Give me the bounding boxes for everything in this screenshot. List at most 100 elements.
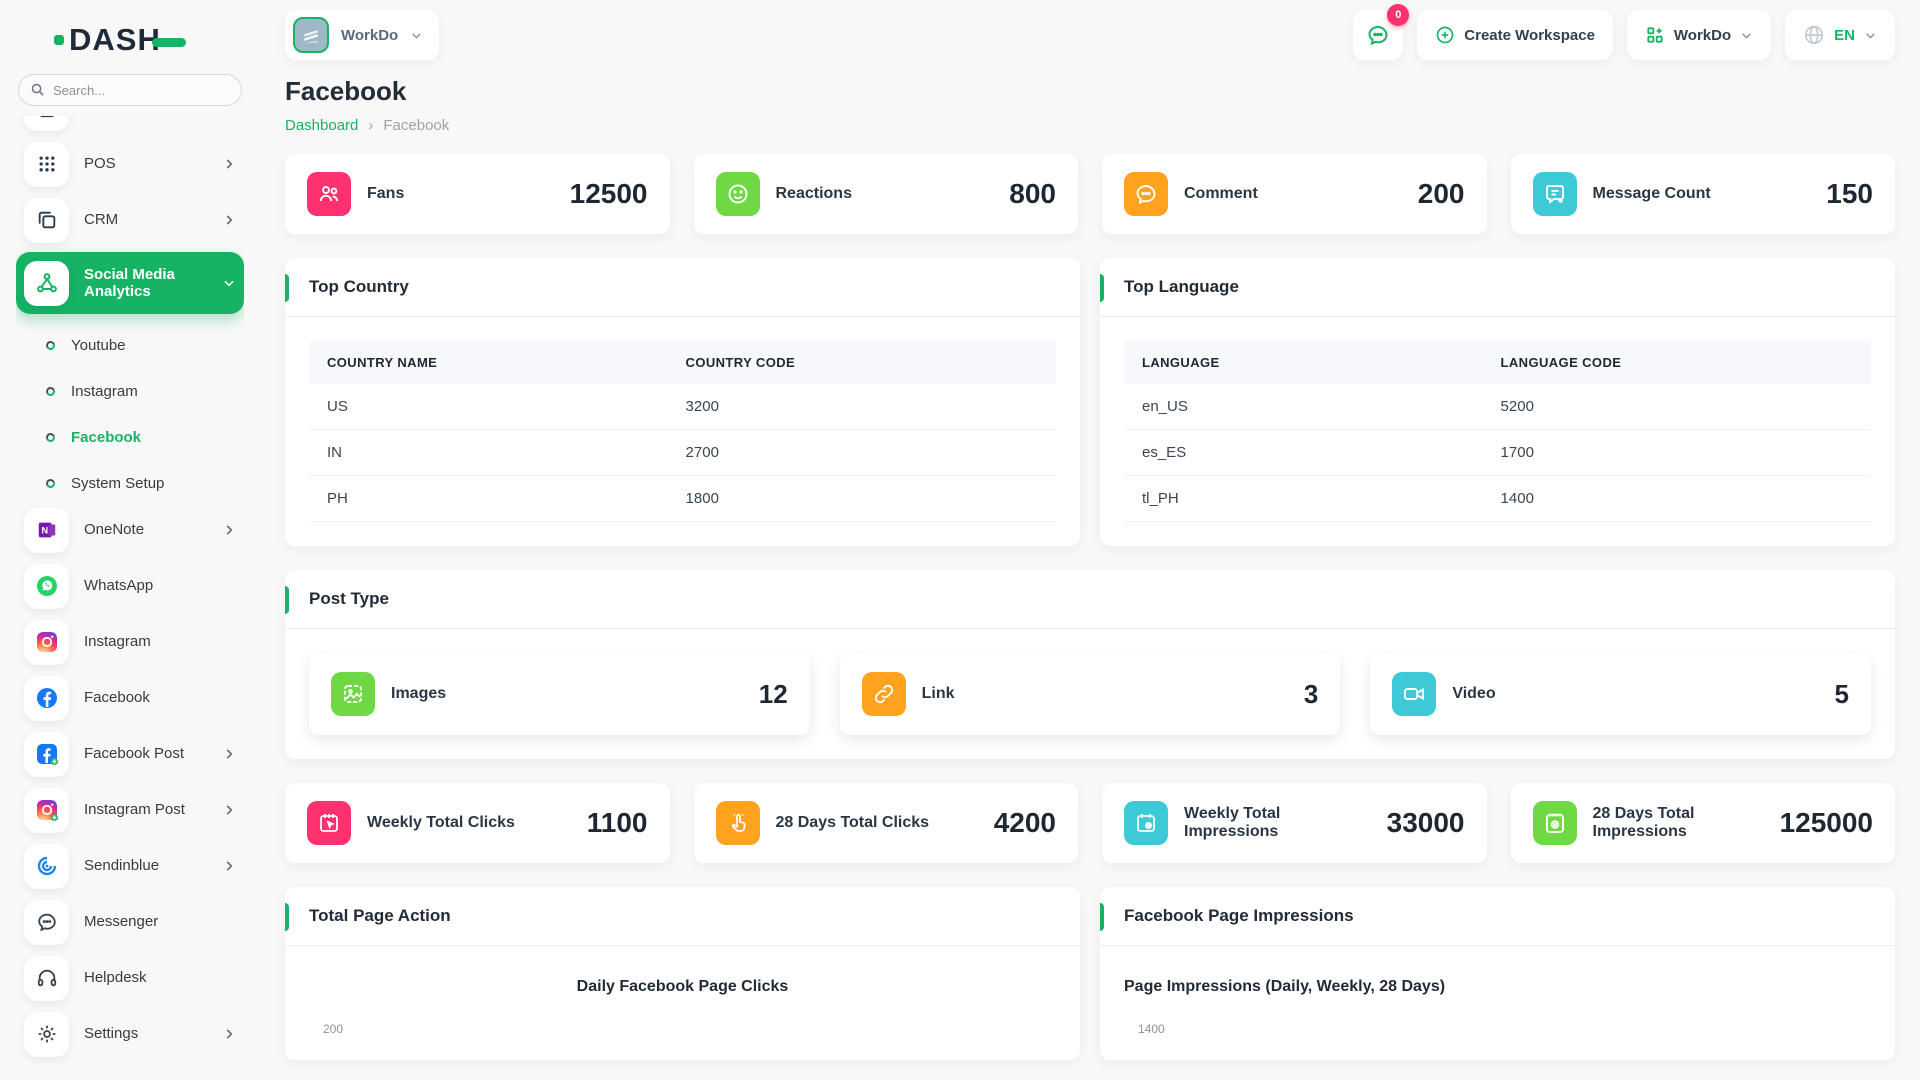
search-icon [30,82,45,97]
stat-value: 200 [1418,178,1465,210]
sidebar-item-instagram[interactable]: Instagram [16,618,244,666]
chevron-down-icon [222,276,236,290]
logo-dash-icon [152,38,186,47]
stat-label: Video [1452,685,1495,703]
table-row: en_US5200 [1124,384,1871,430]
sidebar-subitem-system-setup[interactable]: System Setup [16,460,244,506]
logo-text: DASH [69,22,161,58]
grid-plus-icon [1645,25,1665,45]
stat-value: 800 [1009,178,1056,210]
table-row: IN2700 [309,430,1056,476]
card-title: Top Language [1124,277,1239,296]
sidebar-item-sendinblue[interactable]: Sendinblue [16,842,244,890]
stat-label: 28 Days Total Clicks [776,814,930,832]
page-title: Facebook [285,76,1895,107]
sidebar-item-label: Facebook Post [84,745,184,762]
language-selector[interactable]: EN [1785,10,1895,60]
calendar-click-icon [307,801,351,845]
stat-label: Message Count [1593,185,1711,203]
top-country-table: Country Name Country Code US3200 IN2700 … [309,341,1056,522]
sidebar-subitem-facebook[interactable]: Facebook [16,414,244,460]
stat-label: 28 Days Total Impressions [1593,805,1764,841]
language-label: EN [1834,27,1855,44]
breadcrumb: Dashboard › Facebook [285,117,1895,134]
create-workspace-button[interactable]: Create Workspace [1417,10,1613,60]
instagram-icon [24,620,69,665]
sidebar-item-settings[interactable]: Settings [16,1010,244,1058]
sidebar-item-social-media-analytics[interactable]: Social Media Analytics [16,252,244,314]
sidebar-item-crm[interactable]: CRM [16,196,244,244]
bullet-icon [45,339,57,351]
whatsapp-icon [24,564,69,609]
sidebar-subitem-instagram[interactable]: Instagram [16,368,244,414]
post-type-card: Post Type Images 12 Link 3 [285,570,1895,759]
card-header: Top Country [285,258,1080,317]
sidebar: DASH Accounting POS CRM [0,0,260,1080]
app-logo[interactable]: DASH [54,20,244,60]
video-icon [1392,672,1436,716]
stat-label: Comment [1184,185,1258,203]
sidebar-item-label: Facebook [84,689,150,706]
sidebar-item-instagram-post[interactable]: Instagram Post [16,786,244,834]
total-page-action-card: Total Page Action Daily Facebook Page Cl… [285,887,1080,1060]
breadcrumb-dashboard-link[interactable]: Dashboard [285,117,358,134]
sidebar-item-label: Helpdesk [84,969,147,986]
sidebar-item-label: POS [84,155,116,172]
post-type-grid: Images 12 Link 3 Video 5 [309,653,1871,735]
breadcrumb-current: Facebook [383,117,449,134]
column-header: Country Code [668,341,1056,384]
stat-label: Images [391,685,446,703]
images-card: Images 12 [309,653,810,735]
sidebar-subitem-youtube[interactable]: Youtube [16,322,244,368]
top-header: WorkDo 0 Create Workspace WorkDo EN [260,0,1920,70]
stat-value: 12 [759,679,788,710]
sidebar-item-messenger[interactable]: Messenger [16,898,244,946]
stat-label: Weekly Total Impressions [1184,805,1371,841]
sidebar-item-label: CRM [84,211,118,228]
workdo-menu-label: WorkDo [1674,27,1731,44]
users-icon [307,172,351,216]
chevron-right-icon [222,157,236,171]
sidebar-item-label: Sendinblue [84,857,159,874]
table-row: es_ES1700 [1124,430,1871,476]
stat-value: 5 [1835,679,1849,710]
header-actions: 0 Create Workspace WorkDo EN [1353,10,1895,60]
chart-title: Page Impressions (Daily, Weekly, 28 Days… [1124,978,1871,996]
notification-badge: 0 [1387,4,1409,26]
card-title: Facebook Page Impressions [1124,906,1354,925]
sidebar-item-pos[interactable]: POS [16,140,244,188]
search-input[interactable] [18,74,242,106]
workspace-selector[interactable]: WorkDo [285,10,439,60]
sidebar-item-onenote[interactable]: N OneNote [16,506,244,554]
svg-text:N: N [41,526,48,536]
stat-label: Fans [367,185,404,203]
comment-card: Comment 200 [1102,154,1487,234]
stat-label: Reactions [776,185,852,203]
sidebar-item-facebook-post[interactable]: Facebook Post [16,730,244,778]
image-icon [331,672,375,716]
workdo-menu-button[interactable]: WorkDo [1627,10,1771,60]
card-header: Facebook Page Impressions [1100,887,1895,946]
bullet-icon [45,477,57,489]
card-title: Total Page Action [309,906,451,925]
reactions-card: Reactions 800 [694,154,1079,234]
tables-row: Top Country Country Name Country Code US… [285,258,1895,546]
sidebar-item-helpdesk[interactable]: Helpdesk [16,954,244,1002]
sidebar-menu: Accounting POS CRM Social Media Analytic… [16,116,244,1080]
comment-icon [1124,172,1168,216]
grid-dots-icon [24,142,69,187]
chat-bubble-icon [1366,23,1390,47]
weekly-total-clicks-card: Weekly Total Clicks 1100 [285,783,670,863]
sidebar-item-whatsapp[interactable]: WhatsApp [16,562,244,610]
chart-title: Daily Facebook Page Clicks [309,978,1056,996]
smiley-icon [716,172,760,216]
video-card: Video 5 [1370,653,1871,735]
chevron-down-icon [410,29,423,42]
column-header: Language [1124,341,1483,384]
y-axis-tick: 200 [309,1022,1056,1036]
stat-value: 125000 [1780,807,1873,839]
sidebar-item-facebook[interactable]: Facebook [16,674,244,722]
sidebar-item-accounting[interactable]: Accounting [16,116,244,132]
notifications-button[interactable]: 0 [1353,10,1403,60]
sidebar-item-label: Settings [84,1025,138,1042]
